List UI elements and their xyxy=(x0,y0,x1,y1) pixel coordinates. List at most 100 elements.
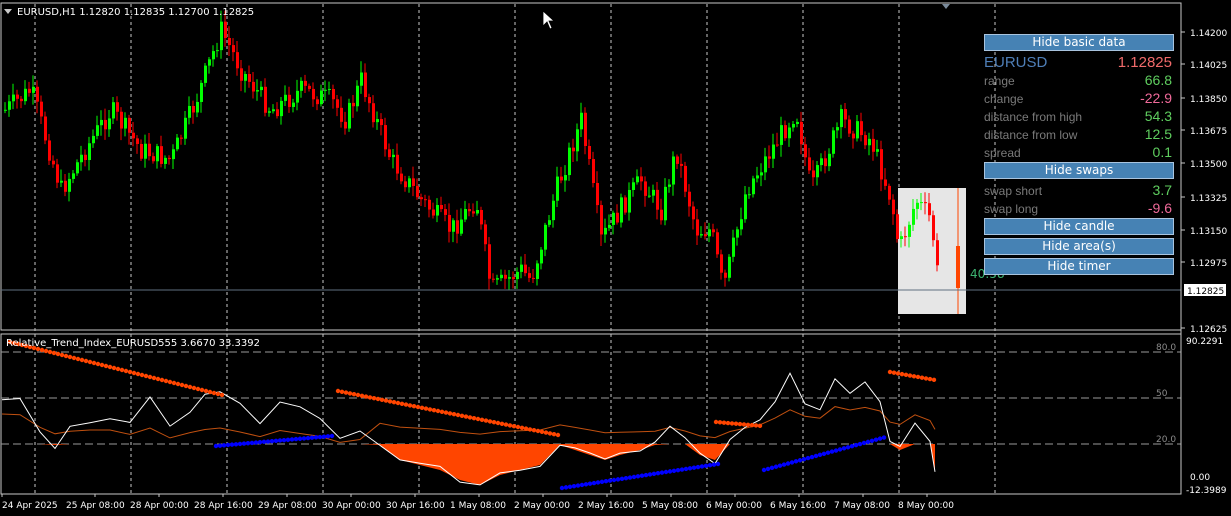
uptrend-dot xyxy=(289,437,295,442)
price-chart-header: EURUSD,H1 1.12820 1.12835 1.12700 1.1282… xyxy=(17,7,254,18)
candle-body xyxy=(308,85,311,89)
downtrend-dot xyxy=(895,371,901,376)
uptrend-dot xyxy=(253,440,259,445)
candle-body xyxy=(40,101,43,117)
time-scale: 24 Apr 2025 25 Apr 08:00 28 Apr 00:00 28 Ap… xyxy=(1,494,954,511)
candle-body xyxy=(544,224,547,250)
uptrend-dot xyxy=(703,463,709,469)
candle-body xyxy=(48,140,51,161)
candle-body xyxy=(828,153,831,167)
hide-areas-button[interactable]: Hide area(s) xyxy=(984,238,1174,255)
price-label: 1.12975 xyxy=(1190,259,1227,269)
price-label: 1.13325 xyxy=(1190,194,1227,204)
candle-body xyxy=(236,52,239,69)
candle-body xyxy=(24,88,27,102)
downtrend-dot xyxy=(199,387,205,393)
time-label: 30 Apr 00:00 xyxy=(322,501,381,511)
uptrend-dot xyxy=(773,464,779,469)
uptrend-dot xyxy=(813,453,819,459)
downtrend-dot xyxy=(757,423,763,429)
hide-timer-button[interactable]: Hide timer xyxy=(984,258,1174,275)
candle-body xyxy=(824,158,827,167)
hide-candle-button[interactable]: Hide candle xyxy=(984,218,1174,235)
candle-body xyxy=(464,209,467,220)
downtrend-dot xyxy=(713,419,719,425)
downtrend-dot xyxy=(379,397,385,402)
candle-body xyxy=(460,219,463,234)
downtrend-dot xyxy=(387,399,393,404)
uptrend-dot xyxy=(825,450,831,455)
downtrend-dot xyxy=(471,416,477,421)
downtrend-dot xyxy=(931,377,937,383)
candle-body xyxy=(224,21,227,38)
downtrend-dot xyxy=(539,429,545,434)
downtrend-dot xyxy=(383,398,389,403)
downtrend-dot xyxy=(737,421,743,427)
candle-body xyxy=(524,264,527,274)
uptrend-dot xyxy=(559,485,565,491)
stat-label: range xyxy=(984,74,1015,88)
candle-body xyxy=(320,90,323,105)
candle-body xyxy=(928,203,931,216)
uptrend-dot xyxy=(841,446,847,451)
downtrend-dot xyxy=(753,423,759,428)
candle-body xyxy=(376,119,379,123)
downtrend-dot xyxy=(451,412,457,417)
candle-body xyxy=(220,21,223,51)
downtrend-dot xyxy=(47,349,53,355)
uptrend-dot xyxy=(695,464,701,470)
downtrend-dot xyxy=(139,372,145,378)
candle-body xyxy=(496,278,499,280)
uptrend-dot xyxy=(877,436,883,441)
time-label: 25 Apr 08:00 xyxy=(66,501,125,511)
candle-body xyxy=(560,176,563,181)
candle-body xyxy=(180,137,183,139)
uptrend-dot xyxy=(873,437,879,442)
candle-body xyxy=(256,90,259,92)
uptrend-dot xyxy=(313,435,319,440)
hide-basic-data-button[interactable]: Hide basic data xyxy=(984,34,1174,51)
uptrend-dot xyxy=(631,474,637,480)
time-label: 30 Apr 16:00 xyxy=(386,501,445,511)
candle-body xyxy=(492,278,495,280)
candle-body xyxy=(152,156,155,162)
candle-body xyxy=(612,212,615,225)
candle-body xyxy=(52,160,55,165)
candle-body xyxy=(676,156,679,164)
candle-body xyxy=(716,232,719,255)
indicator-signal-line xyxy=(1,406,936,443)
downtrend-dot xyxy=(419,405,425,410)
candle-body xyxy=(104,119,107,130)
uptrend-dot xyxy=(833,448,839,453)
downtrend-dot xyxy=(519,425,525,430)
time-label: 6 May 16:00 xyxy=(770,501,826,511)
swap-label: swap long xyxy=(984,202,1039,216)
uptrend-dot xyxy=(671,468,677,473)
candle-body xyxy=(264,86,267,113)
hide-swaps-button[interactable]: Hide swaps xyxy=(984,162,1174,179)
candle-body xyxy=(848,119,851,134)
stat-value: 66.8 xyxy=(1144,72,1172,88)
candle-body xyxy=(340,107,343,122)
downtrend-dot xyxy=(95,361,101,367)
menu-triangle-icon[interactable] xyxy=(4,9,12,14)
uptrend-dot xyxy=(277,438,283,443)
candle-body xyxy=(428,199,431,210)
downtrend-dot xyxy=(363,394,369,399)
candle-body xyxy=(484,224,487,245)
uptrend-dot xyxy=(563,485,569,490)
downtrend-dot xyxy=(371,396,377,401)
uptrend-dot xyxy=(611,477,617,483)
candle-body xyxy=(124,117,127,129)
uptrend-dot xyxy=(715,461,721,467)
candle-body xyxy=(772,144,775,159)
indicator-oversold-fill xyxy=(2,444,935,485)
candle-body xyxy=(424,199,427,201)
uptrend-dot xyxy=(309,435,315,440)
uptrend-dot xyxy=(655,471,661,476)
uptrend-dot xyxy=(293,436,299,442)
time-label: 24 Apr 2025 xyxy=(2,501,58,511)
shift-marker-icon[interactable] xyxy=(942,4,950,9)
uptrend-dot xyxy=(853,442,859,448)
candle-body xyxy=(520,264,523,272)
